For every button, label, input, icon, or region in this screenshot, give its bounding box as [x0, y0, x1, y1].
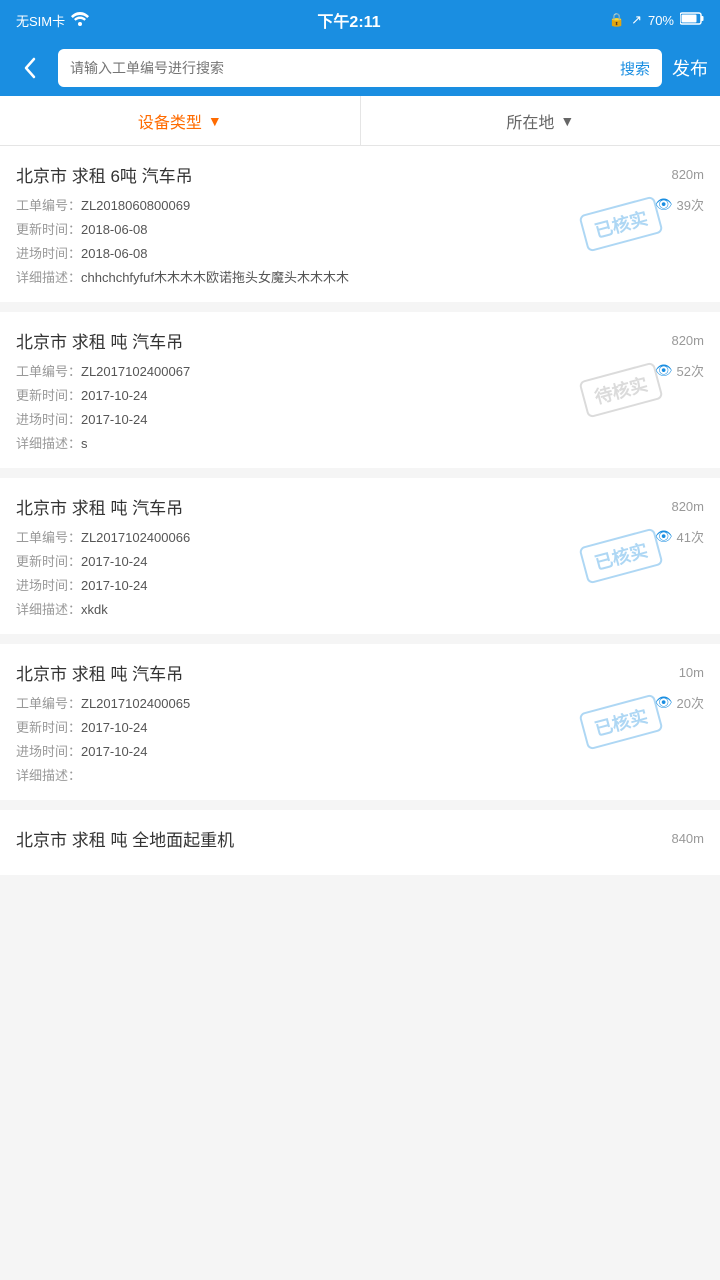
filter-bar: 设备类型 ▼ 所在地 ▼	[0, 96, 720, 146]
view-count: 52次	[677, 361, 704, 380]
status-time: 下午2:11	[317, 8, 380, 32]
location-filter[interactable]: 所在地 ▼	[361, 96, 720, 145]
item-distance: 10m	[679, 665, 704, 680]
item-update-field: 更新时间：2017-10-24	[16, 551, 148, 570]
item-title: 北京市 求租 吨 全地面起重机	[16, 826, 234, 851]
view-count: 41次	[677, 527, 704, 546]
item-entry-field: 进场时间：2017-10-24	[16, 575, 148, 594]
item-entry-field: 进场时间：2017-10-24	[16, 409, 148, 428]
item-desc: 详细描述：chhchchfyfuf木木木木欧诺拖头女魔头木木木木	[16, 267, 704, 286]
location-label: 所在地	[506, 109, 554, 133]
signal-icon: ↗	[631, 12, 642, 28]
item-order-field: 工单编号：ZL2018060800069	[16, 195, 190, 214]
equipment-type-label: 设备类型	[138, 109, 202, 133]
list-item-partial[interactable]: 北京市 求租 吨 全地面起重机 840m	[0, 810, 720, 875]
item-views: 👁 20次	[655, 693, 704, 712]
item-order-field: 工单编号：ZL2017102400066	[16, 527, 190, 546]
equipment-type-filter[interactable]: 设备类型 ▼	[0, 96, 361, 145]
back-button[interactable]	[12, 50, 48, 86]
item-update-field: 更新时间：2017-10-24	[16, 717, 148, 736]
status-bar: 无SIM卡 下午2:11 🔒 ↗ 70%	[0, 0, 720, 40]
status-right: 🔒 ↗ 70%	[609, 12, 704, 28]
item-desc: 详细描述：xkdk	[16, 599, 704, 618]
item-header: 北京市 求租 吨 全地面起重机 840m	[16, 826, 704, 851]
item-views: 👁 41次	[655, 527, 704, 546]
search-bar: 搜索	[58, 49, 662, 87]
item-views: 👁 39次	[655, 195, 704, 214]
sim-status: 无SIM卡	[16, 11, 65, 30]
item-order-field: 工单编号：ZL2017102400067	[16, 361, 190, 380]
nav-bar: 搜索 发布	[0, 40, 720, 96]
list-item[interactable]: 北京市 求租 6吨 汽车吊 820m 工单编号：ZL2018060800069 …	[0, 146, 720, 302]
item-header: 北京市 求租 吨 汽车吊 820m	[16, 328, 704, 353]
search-input[interactable]	[58, 60, 608, 76]
item-distance: 820m	[671, 167, 704, 182]
item-header: 北京市 求租 6吨 汽车吊 820m	[16, 162, 704, 187]
location-chevron-icon: ▼	[560, 113, 574, 129]
battery-icon	[680, 12, 704, 28]
item-entry-field: 进场时间：2017-10-24	[16, 741, 148, 760]
equipment-type-chevron-icon: ▼	[208, 113, 222, 129]
lock-icon: 🔒	[609, 12, 625, 28]
item-title: 北京市 求租 6吨 汽车吊	[16, 162, 193, 187]
view-count: 39次	[677, 195, 704, 214]
wifi-icon	[71, 12, 89, 29]
item-update-field: 更新时间：2018-06-08	[16, 219, 148, 238]
publish-button[interactable]: 发布	[672, 55, 708, 81]
item-entry-field: 进场时间：2018-06-08	[16, 243, 148, 262]
item-title: 北京市 求租 吨 汽车吊	[16, 660, 183, 685]
item-header: 北京市 求租 吨 汽车吊 10m	[16, 660, 704, 685]
item-title: 北京市 求租 吨 汽车吊	[16, 494, 183, 519]
view-count: 20次	[677, 693, 704, 712]
status-left: 无SIM卡	[16, 11, 89, 30]
item-update-field: 更新时间：2017-10-24	[16, 385, 148, 404]
item-title: 北京市 求租 吨 汽车吊	[16, 328, 183, 353]
list-item[interactable]: 北京市 求租 吨 汽车吊 10m 工单编号：ZL2017102400065 👁 …	[0, 644, 720, 800]
list-item[interactable]: 北京市 求租 吨 汽车吊 820m 工单编号：ZL2017102400067 👁…	[0, 312, 720, 468]
item-desc: 详细描述：s	[16, 433, 704, 452]
item-header: 北京市 求租 吨 汽车吊 820m	[16, 494, 704, 519]
battery-percent: 70%	[648, 13, 674, 28]
item-distance: 840m	[671, 831, 704, 846]
item-desc: 详细描述：	[16, 765, 704, 784]
item-order-field: 工单编号：ZL2017102400065	[16, 693, 190, 712]
search-button[interactable]: 搜索	[608, 49, 662, 87]
list-container: 北京市 求租 6吨 汽车吊 820m 工单编号：ZL2018060800069 …	[0, 146, 720, 875]
item-distance: 820m	[671, 333, 704, 348]
item-distance: 820m	[671, 499, 704, 514]
list-item[interactable]: 北京市 求租 吨 汽车吊 820m 工单编号：ZL2017102400066 👁…	[0, 478, 720, 634]
item-views: 👁 52次	[655, 361, 704, 380]
